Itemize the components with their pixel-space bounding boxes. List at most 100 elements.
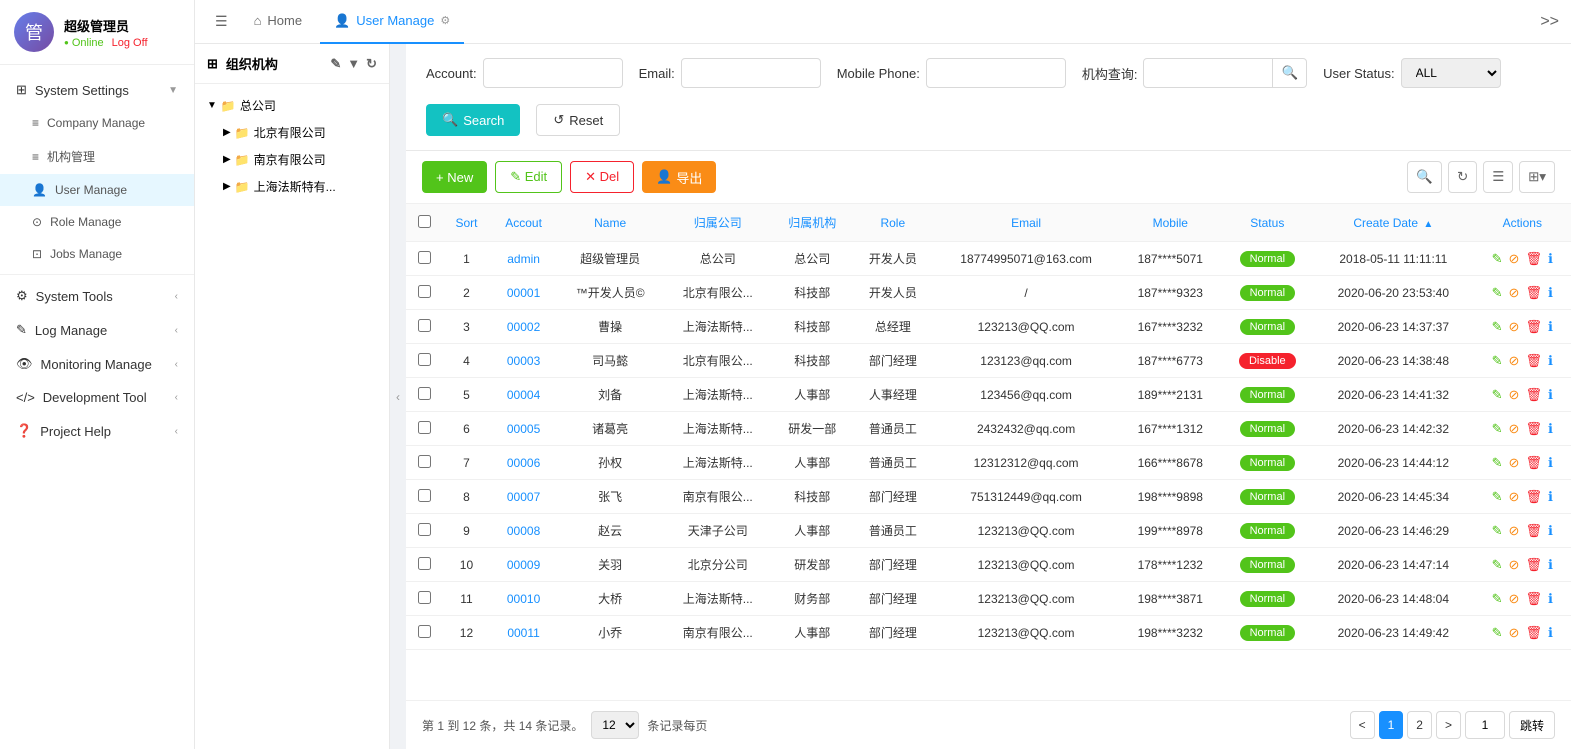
sidebar-item-role-manage[interactable]: ⊙ Role Manage [0, 206, 194, 238]
row-ban-button[interactable]: ⊘ [1509, 455, 1520, 471]
row-delete-button[interactable]: 🗑 [1525, 319, 1542, 335]
row-delete-button[interactable]: 🗑 [1525, 523, 1542, 539]
page-jump-button[interactable]: 跳转 [1509, 711, 1555, 739]
row-select-checkbox[interactable] [418, 625, 431, 638]
row-edit-button[interactable]: ✎ [1492, 319, 1503, 335]
row-info-button[interactable]: ℹ [1548, 319, 1553, 335]
grid-view-button[interactable]: ⊞▾ [1519, 161, 1555, 193]
row-edit-button[interactable]: ✎ [1492, 625, 1503, 641]
tree-item-shanghai[interactable]: ▶ 📁 上海法斯特有... [219, 173, 381, 200]
prev-page-button[interactable]: < [1350, 711, 1375, 739]
row-info-button[interactable]: ℹ [1548, 489, 1553, 505]
row-info-button[interactable]: ℹ [1548, 353, 1553, 369]
row-edit-button[interactable]: ✎ [1492, 557, 1503, 573]
row-ban-button[interactable]: ⊘ [1509, 523, 1520, 539]
row-select-checkbox[interactable] [418, 319, 431, 332]
row-edit-button[interactable]: ✎ [1492, 523, 1503, 539]
sidebar-item-org-manage[interactable]: ≡ 机构管理 [0, 139, 194, 174]
org-refresh-icon[interactable]: ↻ [366, 56, 377, 72]
row-info-button[interactable]: ℹ [1548, 523, 1553, 539]
refresh-toolbar-button[interactable]: ↻ [1448, 161, 1477, 193]
row-select-checkbox[interactable] [418, 387, 431, 400]
row-ban-button[interactable]: ⊘ [1509, 319, 1520, 335]
row-select-checkbox[interactable] [418, 455, 431, 468]
row-select-checkbox[interactable] [418, 591, 431, 604]
org-input[interactable] [1143, 58, 1273, 88]
account-link[interactable]: 00005 [507, 422, 540, 436]
row-info-button[interactable]: ℹ [1548, 625, 1553, 641]
tab-home[interactable]: ⌂ Home [240, 0, 317, 44]
row-delete-button[interactable]: 🗑 [1525, 591, 1542, 607]
sidebar-item-log-manage[interactable]: ✎ Log Manage ‹ [0, 313, 194, 347]
sidebar-item-development-tool[interactable]: </> Development Tool ‹ [0, 381, 194, 414]
page-2-button[interactable]: 2 [1407, 711, 1432, 739]
export-button[interactable]: 👤 导出 [642, 161, 716, 193]
tree-item-nanjing[interactable]: ▶ 📁 南京有限公司 [219, 146, 381, 173]
page-size-select[interactable]: 12 20 50 [591, 711, 639, 739]
account-link[interactable]: 00002 [507, 320, 540, 334]
row-delete-button[interactable]: 🗑 [1525, 387, 1542, 403]
row-ban-button[interactable]: ⊘ [1509, 251, 1520, 267]
account-link[interactable]: 00009 [507, 558, 540, 572]
row-edit-button[interactable]: ✎ [1492, 455, 1503, 471]
row-ban-button[interactable]: ⊘ [1509, 387, 1520, 403]
account-link[interactable]: 00007 [507, 490, 540, 504]
account-input[interactable] [483, 58, 623, 88]
logout-button[interactable]: Log Off [112, 37, 148, 49]
tree-item-root[interactable]: ▼ 📁 总公司 [203, 92, 381, 119]
row-info-button[interactable]: ℹ [1548, 387, 1553, 403]
collapse-panel-button[interactable]: ‹ [390, 44, 406, 749]
sidebar-item-system-settings[interactable]: ⊞ System Settings ▼ [0, 73, 194, 107]
row-info-button[interactable]: ℹ [1548, 455, 1553, 471]
account-link[interactable]: 00011 [507, 626, 539, 640]
account-link[interactable]: 00004 [507, 388, 540, 402]
tree-item-beijing[interactable]: ▶ 📁 北京有限公司 [219, 119, 381, 146]
row-edit-button[interactable]: ✎ [1492, 387, 1503, 403]
row-delete-button[interactable]: 🗑 [1525, 625, 1542, 641]
row-select-checkbox[interactable] [418, 421, 431, 434]
row-select-checkbox[interactable] [418, 557, 431, 570]
page-1-button[interactable]: 1 [1379, 711, 1404, 739]
row-info-button[interactable]: ℹ [1548, 591, 1553, 607]
search-toolbar-button[interactable]: 🔍 [1407, 161, 1442, 193]
row-delete-button[interactable]: 🗑 [1525, 557, 1542, 573]
row-delete-button[interactable]: 🗑 [1525, 285, 1542, 301]
row-ban-button[interactable]: ⊘ [1509, 591, 1520, 607]
row-delete-button[interactable]: 🗑 [1525, 455, 1542, 471]
reset-button[interactable]: ↺ Reset [536, 104, 620, 136]
row-edit-button[interactable]: ✎ [1492, 421, 1503, 437]
row-ban-button[interactable]: ⊘ [1509, 489, 1520, 505]
row-edit-button[interactable]: ✎ [1492, 251, 1503, 267]
sidebar-item-project-help[interactable]: ❓ Project Help ‹ [0, 414, 194, 448]
org-search-button[interactable]: 🔍 [1273, 58, 1307, 88]
page-jump-input[interactable] [1465, 711, 1505, 739]
sidebar-item-system-tools[interactable]: ⚙ System Tools ‹ [0, 279, 194, 313]
row-edit-button[interactable]: ✎ [1492, 489, 1503, 505]
delete-button[interactable]: ✕ Del [570, 161, 634, 193]
account-link[interactable]: admin [507, 252, 540, 266]
row-edit-button[interactable]: ✎ [1492, 285, 1503, 301]
row-info-button[interactable]: ℹ [1548, 421, 1553, 437]
row-info-button[interactable]: ℹ [1548, 251, 1553, 267]
edit-button[interactable]: ✎ Edit [495, 161, 562, 193]
row-ban-button[interactable]: ⊘ [1509, 421, 1520, 437]
row-select-checkbox[interactable] [418, 353, 431, 366]
tab-user-manage[interactable]: 👤 User Manage ⚙ [320, 0, 464, 44]
search-button[interactable]: 🔍 Search [426, 104, 520, 136]
list-view-button[interactable]: ☰ [1483, 161, 1513, 193]
org-down-icon[interactable]: ▼ [347, 56, 360, 72]
account-link[interactable]: 00001 [507, 286, 540, 300]
org-edit-icon[interactable]: ✎ [330, 56, 341, 72]
row-ban-button[interactable]: ⊘ [1509, 557, 1520, 573]
account-link[interactable]: 00008 [507, 524, 540, 538]
sidebar-item-company-manage[interactable]: ≡ Company Manage [0, 107, 194, 139]
row-edit-button[interactable]: ✎ [1492, 353, 1503, 369]
status-select[interactable]: ALL Normal Disable [1401, 58, 1501, 88]
row-delete-button[interactable]: 🗑 [1525, 489, 1542, 505]
account-link[interactable]: 00010 [507, 592, 540, 606]
row-info-button[interactable]: ℹ [1548, 557, 1553, 573]
row-delete-button[interactable]: 🗑 [1525, 251, 1542, 267]
new-button[interactable]: + New [422, 161, 487, 193]
mobile-input[interactable] [926, 58, 1066, 88]
row-select-checkbox[interactable] [418, 523, 431, 536]
